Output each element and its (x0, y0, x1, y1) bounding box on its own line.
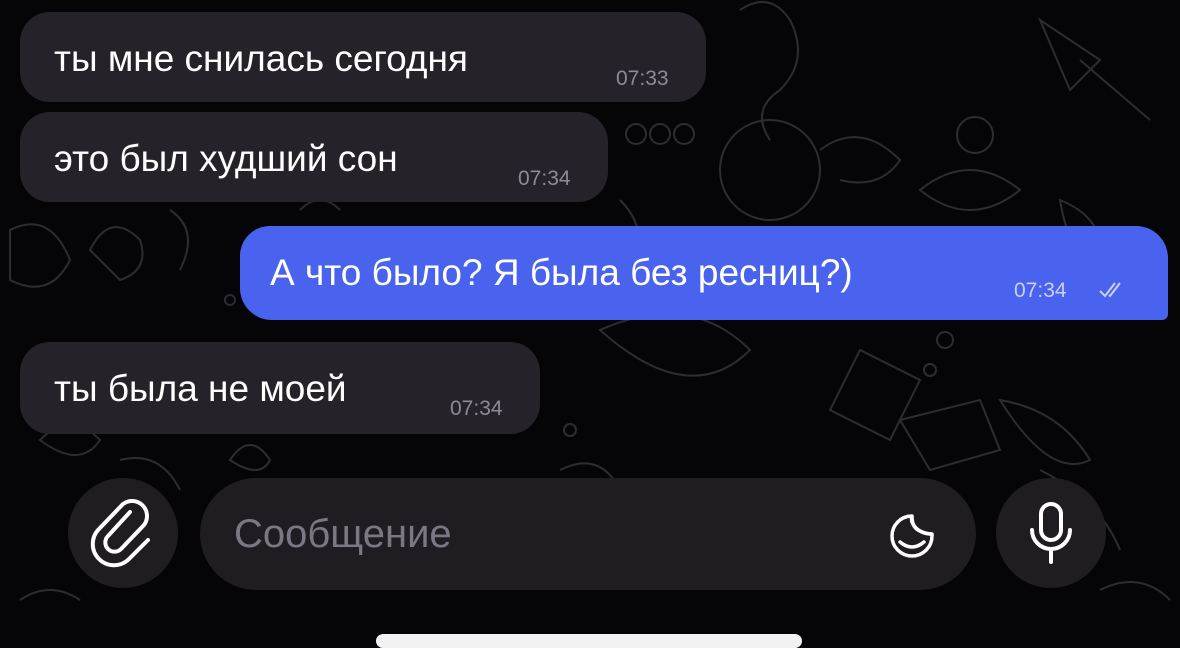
attach-button[interactable] (68, 478, 178, 588)
paperclip-icon (90, 499, 150, 568)
message-bubble-incoming[interactable]: ты была не моей 07:34 (20, 342, 540, 434)
message-time: 07:34 (1014, 279, 1067, 302)
message-time: 07:34 (518, 167, 571, 190)
message-input[interactable] (234, 504, 874, 564)
microphone-icon (1030, 502, 1072, 564)
home-indicator (376, 634, 802, 648)
message-text: А что было? Я была без ресниц?) (270, 252, 853, 293)
message-time: 07:33 (616, 67, 669, 90)
message-input-container (200, 478, 976, 590)
message-text: ты была не моей (54, 368, 347, 409)
message-bubble-outgoing[interactable]: А что было? Я была без ресниц?) 07:34 (240, 226, 1168, 320)
read-checkmarks-icon (1099, 282, 1121, 298)
voice-message-button[interactable] (996, 478, 1106, 588)
message-time: 07:34 (450, 397, 503, 420)
message-bubble-incoming[interactable]: ты мне снилась сегодня 07:33 (20, 12, 706, 102)
message-bubble-incoming[interactable]: это был худший сон 07:34 (20, 112, 608, 202)
message-text: ты мне снилась сегодня (54, 38, 468, 79)
message-text: это был худший сон (54, 138, 398, 179)
sticker-icon[interactable] (880, 504, 944, 568)
